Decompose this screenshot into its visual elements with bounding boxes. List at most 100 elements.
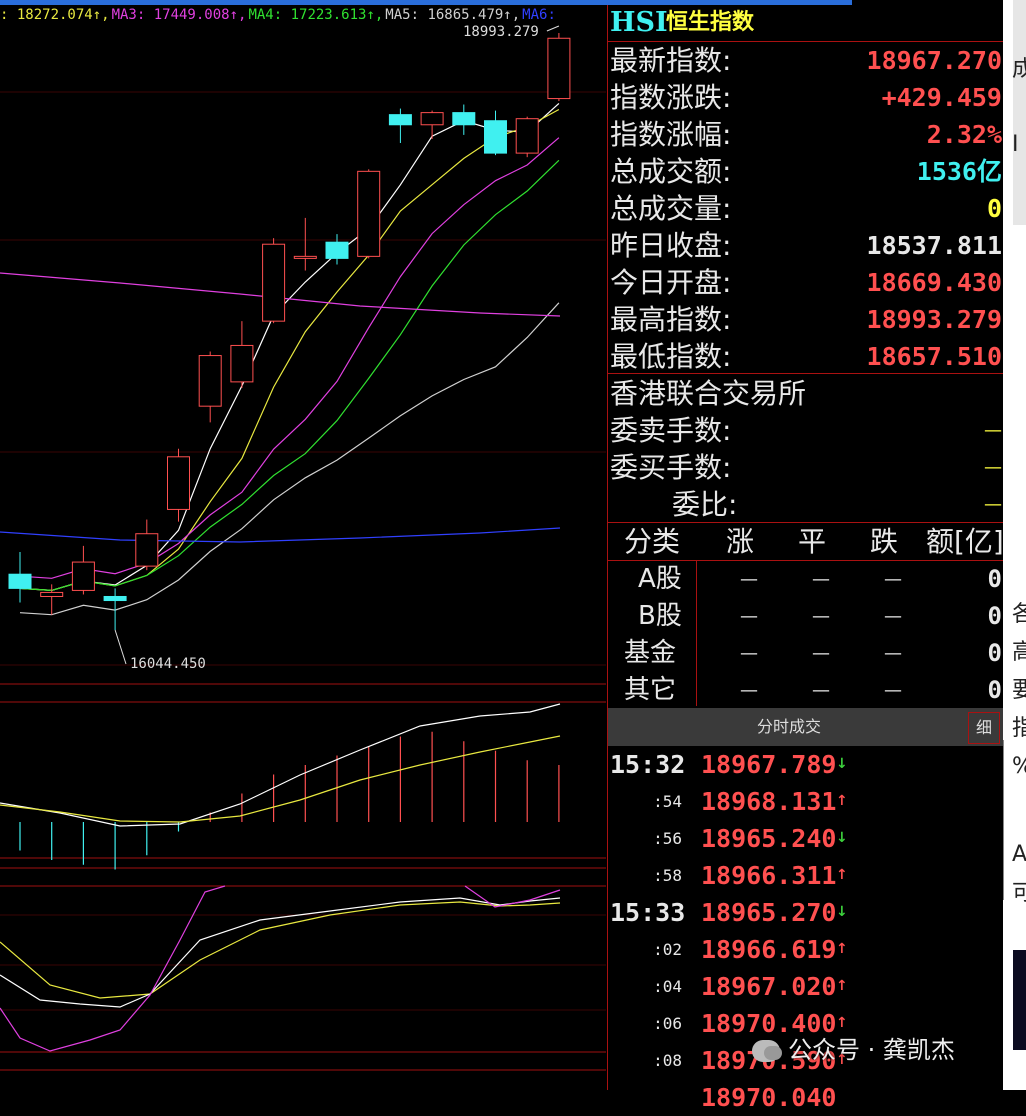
category-amount: 0	[987, 565, 1002, 593]
tick-time: :54	[653, 792, 682, 811]
stat-value: 18993.279	[866, 305, 1002, 334]
tick-time: :08	[653, 1051, 682, 1070]
stat-label: 今日开盘:	[610, 266, 732, 299]
category-name: A股	[638, 564, 682, 594]
candle-body	[388, 114, 412, 126]
stat-row: 昨日收盘: 18537.811	[608, 227, 1004, 264]
tick-time: 15:33	[610, 898, 686, 927]
arrow-up-icon: ↑	[836, 978, 848, 994]
category-row: A股 — — — 0	[608, 561, 1004, 598]
kline-chart-area[interactable]	[0, 0, 606, 1090]
candle-body	[547, 37, 571, 100]
tick-row: :54 18968.131 ↑	[608, 783, 1004, 820]
stat-value: 2.32%	[926, 120, 1002, 149]
order-value: —	[984, 420, 1002, 441]
candle-body	[103, 595, 127, 602]
category-row: B股 — — — 0	[608, 598, 1004, 635]
background-window-char: A	[1012, 842, 1026, 867]
arrow-up-icon: ↑	[836, 941, 848, 957]
candle-body	[167, 456, 190, 510]
candle-body	[293, 255, 317, 259]
tick-row: :02 18966.619 ↑	[608, 931, 1004, 968]
background-window-chart	[1013, 950, 1026, 1050]
index-code: HSI	[610, 7, 668, 38]
order-label: 委比:	[672, 488, 738, 521]
stat-row: 指数涨幅: 2.32%	[608, 116, 1004, 153]
watermark: 公众号 · 龚凯杰	[752, 1030, 955, 1065]
category-down: —	[884, 643, 902, 664]
kdj-d-line	[0, 897, 561, 1008]
order-value: —	[984, 494, 1002, 515]
grid-header-cell: 涨	[726, 525, 755, 558]
grid-header-cell: 平	[798, 525, 827, 558]
tick-time: :56	[653, 829, 682, 848]
tick-price: 18966.311	[701, 861, 837, 890]
ma-line	[19, 108, 560, 592]
arrow-down-icon: ↓	[836, 904, 848, 920]
tick-time: 15:32	[610, 750, 686, 779]
candle-body	[484, 120, 507, 154]
candle-body	[452, 112, 476, 126]
grid-header-cell: 跌	[870, 525, 899, 558]
category-amount: 0	[987, 676, 1002, 704]
category-row: 基金 — — — 0	[608, 635, 1004, 672]
category-name: 其它	[624, 675, 677, 705]
tick-price: 18970.040	[701, 1083, 837, 1112]
background-window-char: I	[1012, 132, 1019, 157]
ma-legend-item: : 18272.074↑,	[0, 7, 110, 23]
index-header: HSI 恒生指数	[608, 5, 1004, 42]
separator	[608, 373, 1004, 374]
candle-body	[198, 355, 222, 407]
category-row: 其它 — — — 0	[608, 672, 1004, 709]
scrollbar-track[interactable]	[1003, 740, 1004, 900]
candle-body	[71, 561, 95, 591]
tick-time: :02	[653, 940, 682, 959]
order-row: 委买手数: —	[608, 449, 1004, 486]
stat-row: 指数涨跌: +429.459	[608, 79, 1004, 116]
candle-body	[515, 118, 539, 154]
arrow-down-icon: ↓	[836, 830, 848, 846]
macd-dea-line	[0, 735, 561, 823]
category-down: —	[884, 606, 902, 627]
tick-price: 18967.789	[701, 750, 837, 779]
stat-value: 1536亿	[916, 157, 1002, 186]
quote-panel: HSI 恒生指数 最新指数: 18967.270 指数涨跌: +429.459 指数涨幅…	[607, 5, 1004, 1112]
tick-price: 18968.131	[701, 787, 837, 816]
wechat-icon	[752, 1040, 782, 1062]
candle-body	[230, 344, 254, 383]
stat-row: 最新指数: 18967.270	[608, 42, 1004, 79]
watermark-text: 公众号 · 龚凯杰	[788, 1036, 955, 1064]
tick-row: 15:33 18965.270 ↓	[608, 894, 1004, 931]
stat-value: 18657.510	[866, 342, 1002, 371]
low-marker	[114, 629, 127, 665]
ma-line	[19, 137, 560, 579]
background-window-edge: 成 I 各高要指% A可	[1003, 0, 1026, 1090]
category-up: —	[740, 606, 758, 627]
background-window-char: 成	[1012, 57, 1026, 82]
tick-row: :58 18966.311 ↑	[608, 857, 1004, 894]
stat-label: 总成交额:	[610, 155, 732, 188]
category-down: —	[884, 569, 902, 590]
background-window-gray	[1013, 0, 1026, 225]
tick-title: 分时成交	[756, 717, 821, 736]
category-up: —	[740, 643, 758, 664]
category-up: —	[740, 569, 758, 590]
background-window-char: 各	[1012, 602, 1026, 627]
arrow-up-icon: ↑	[836, 867, 848, 883]
background-window-char: 高	[1012, 640, 1026, 665]
candle-body	[262, 243, 286, 322]
kdj-j-line	[0, 885, 226, 1052]
tick-detail-button[interactable]: 细	[968, 712, 1000, 744]
stat-row: 最低指数: 18657.510	[608, 338, 1004, 375]
ma-legend-item: MA6:	[522, 7, 556, 23]
exchange-name: 香港联合交易所	[610, 377, 807, 410]
candle-body	[357, 170, 381, 257]
stat-row: 今日开盘: 18669.430	[608, 264, 1004, 301]
ma-line-long	[0, 527, 561, 543]
category-up: —	[740, 680, 758, 701]
tick-price: 18965.240	[701, 824, 837, 853]
order-value: —	[984, 457, 1002, 478]
ma-line	[19, 102, 560, 592]
grid-header-cell: 额[亿]	[926, 525, 1004, 558]
category-amount: 0	[987, 639, 1002, 667]
